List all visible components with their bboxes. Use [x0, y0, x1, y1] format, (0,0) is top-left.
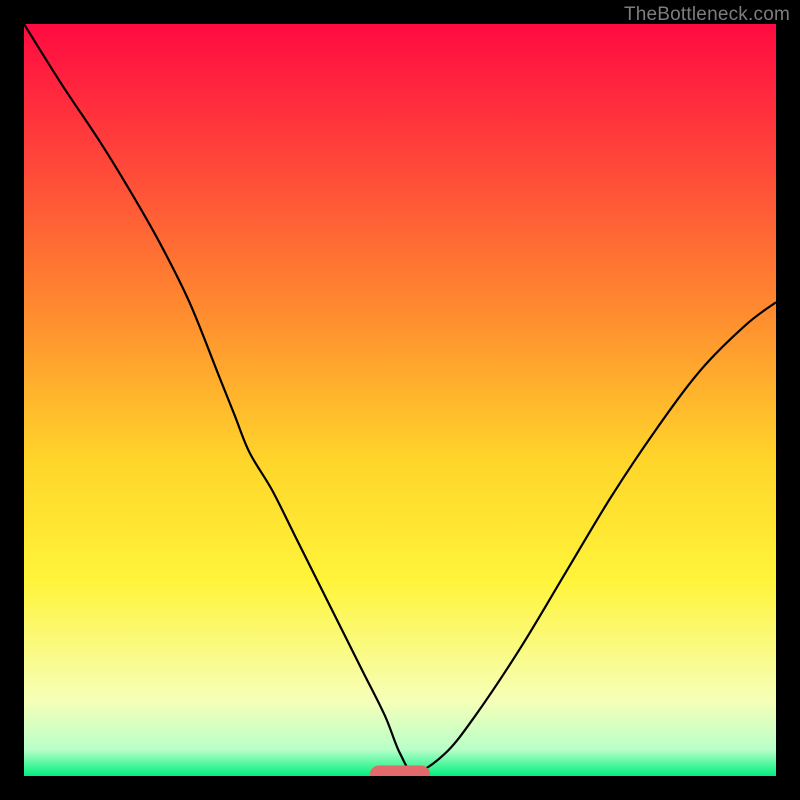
watermark-text: TheBottleneck.com [624, 4, 790, 26]
optimal-point-marker [370, 765, 430, 776]
bottleneck-chart [24, 24, 776, 776]
chart-frame: TheBottleneck.com [0, 0, 800, 800]
gradient-background [24, 24, 776, 776]
